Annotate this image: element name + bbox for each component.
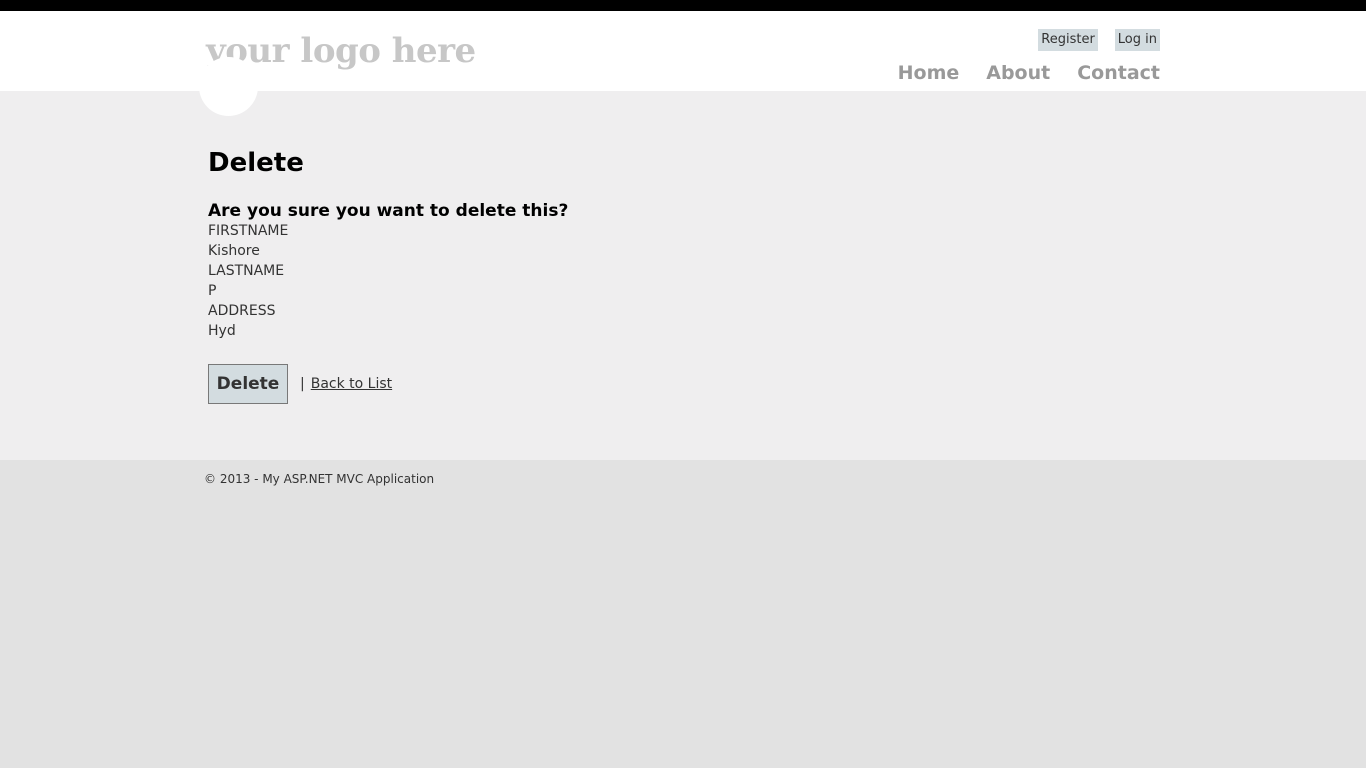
nav-contact[interactable]: Contact: [1077, 61, 1160, 85]
login-links: Register Log in: [1038, 29, 1160, 51]
delete-content: Delete Are you sure you want to delete t…: [208, 145, 568, 341]
page-title: Delete: [208, 148, 304, 178]
firstname-value: Kishore: [208, 243, 260, 259]
nav-home[interactable]: Home: [898, 61, 960, 85]
address-value: Hyd: [208, 323, 236, 339]
main-body: [0, 91, 1366, 460]
separator: |: [300, 376, 305, 392]
site-footer: © 2013 - My ASP.NET MVC Application: [0, 460, 1366, 768]
address-label: ADDRESS: [208, 303, 276, 319]
top-bar: [0, 0, 1366, 11]
main-nav: Home About Contact: [898, 61, 1160, 85]
form-actions: Delete | Back to List: [208, 364, 392, 404]
copyright-text: © 2013 - My ASP.NET MVC Application: [204, 472, 435, 486]
back-to-list-link[interactable]: Back to List: [311, 376, 392, 392]
decorative-circle: [199, 57, 258, 116]
nav-about[interactable]: About: [986, 61, 1050, 85]
confirm-question: Are you sure you want to delete this?: [208, 201, 569, 221]
login-link[interactable]: Log in: [1114, 29, 1160, 51]
lastname-value: P: [208, 283, 217, 299]
firstname-label: FIRSTNAME: [208, 223, 289, 239]
register-link[interactable]: Register: [1038, 29, 1098, 51]
lastname-label: LASTNAME: [208, 263, 285, 279]
delete-button[interactable]: Delete: [208, 364, 288, 404]
